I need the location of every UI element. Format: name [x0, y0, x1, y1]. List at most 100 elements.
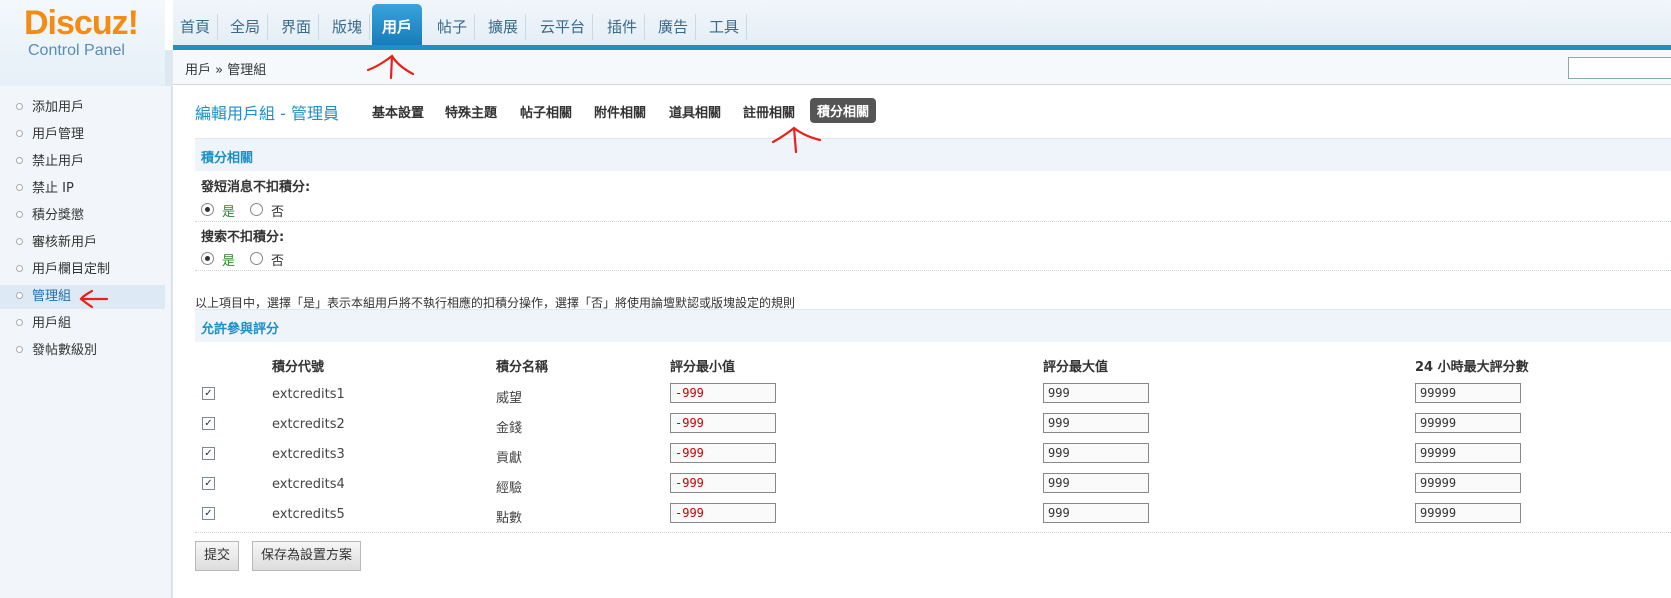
- search-no-deduct-label: 搜索不扣積分:: [201, 230, 285, 245]
- sidebar-item-label: 發帖數級別: [32, 343, 98, 358]
- table-row: ✓ extcredits1 威望 -999 999 99999: [195, 380, 1671, 410]
- sidebar-item-label: 用戶組: [32, 316, 72, 331]
- sidebar-item-label: 積分獎懲: [32, 208, 85, 223]
- logo[interactable]: Discuz! Control Panel: [0, 0, 165, 86]
- sidebar-item-ban-user[interactable]: 禁止用戶: [0, 150, 165, 174]
- nav-global[interactable]: 全局: [223, 14, 269, 40]
- credit-code: extcredits2: [272, 417, 345, 432]
- bullet-icon: [16, 319, 23, 326]
- sidebar-item-moderate-users[interactable]: 審核新用戶: [0, 231, 165, 255]
- nav-cloud[interactable]: 云平台: [533, 14, 594, 40]
- col-header-name: 積分名稱: [496, 360, 549, 375]
- enable-checkbox[interactable]: ✓: [202, 507, 215, 520]
- max24-input[interactable]: 99999: [1415, 473, 1521, 493]
- min-input[interactable]: -999: [670, 443, 776, 463]
- sidebar-item-user-groups[interactable]: 用戶組: [0, 312, 165, 336]
- save-scheme-button[interactable]: 保存為設置方案: [252, 541, 362, 571]
- credit-name: 經驗: [496, 481, 523, 496]
- col-header-max: 評分最大值: [1043, 360, 1109, 375]
- nav-tools[interactable]: 工具: [702, 14, 748, 40]
- bullet-icon: [16, 184, 23, 191]
- divider: [195, 270, 1671, 271]
- tab-basic[interactable]: 基本設置: [372, 102, 424, 121]
- tab-attachments[interactable]: 附件相關: [594, 102, 646, 121]
- radio-no-label: 否: [271, 254, 285, 269]
- max-input[interactable]: 999: [1043, 383, 1149, 403]
- sidebar-item-admin-groups[interactable]: 管理組: [0, 285, 165, 309]
- enable-checkbox[interactable]: ✓: [202, 447, 215, 460]
- sidebar-item-label: 管理組: [32, 289, 72, 304]
- page-title: 編輯用戶組 - 管理員: [195, 104, 339, 123]
- section-rating-header: 允許參與評分: [195, 309, 1671, 342]
- nav-plugins[interactable]: 插件: [600, 14, 646, 40]
- search-input[interactable]: [1568, 57, 1671, 79]
- sidebar-item-label: 禁止用戶: [32, 154, 85, 169]
- nav-ads[interactable]: 廣告: [651, 14, 697, 40]
- nav-interface[interactable]: 界面: [274, 14, 320, 40]
- table-row: ✓ extcredits3 貢獻 -999 999 99999: [195, 440, 1671, 470]
- main-content: 編輯用戶組 - 管理員 基本設置 特殊主題 帖子相關 附件相關 道具相關 註冊相…: [195, 86, 1671, 598]
- tab-posts[interactable]: 帖子相關: [520, 102, 572, 121]
- bullet-icon: [16, 238, 23, 245]
- max24-input[interactable]: 99999: [1415, 443, 1521, 463]
- bullet-icon: [16, 130, 23, 137]
- sidebar-item-post-ranks[interactable]: 發帖數級別: [0, 339, 165, 363]
- max-input[interactable]: 999: [1043, 413, 1149, 433]
- search-no-deduct-options: 是 否: [201, 249, 401, 271]
- max24-input[interactable]: 99999: [1415, 503, 1521, 523]
- credit-code: extcredits4: [272, 477, 345, 492]
- bullet-icon: [16, 157, 23, 164]
- divider: [195, 532, 1671, 533]
- credit-code: extcredits5: [272, 507, 345, 522]
- nav-extensions[interactable]: 擴展: [481, 14, 527, 40]
- bullet-icon: [16, 103, 23, 110]
- enable-checkbox[interactable]: ✓: [202, 417, 215, 430]
- max24-input[interactable]: 99999: [1415, 413, 1521, 433]
- enable-checkbox[interactable]: ✓: [202, 477, 215, 490]
- table-row: ✓ extcredits4 經驗 -999 999 99999: [195, 470, 1671, 500]
- search-no-radio[interactable]: [250, 252, 263, 265]
- sidebar-item-label: 用戶管理: [32, 127, 85, 142]
- bullet-icon: [16, 211, 23, 218]
- breadcrumb: 用戶 » 管理組: [185, 63, 267, 78]
- enable-checkbox[interactable]: ✓: [202, 387, 215, 400]
- min-input[interactable]: -999: [670, 503, 776, 523]
- sidebar-item-profile-fields[interactable]: 用戶欄目定制: [0, 258, 165, 282]
- col-header-max24: 24 小時最大評分數: [1415, 360, 1529, 375]
- credit-code: extcredits3: [272, 447, 345, 462]
- col-header-min: 評分最小值: [670, 360, 736, 375]
- section-credits-header: 積分相關: [195, 138, 1671, 171]
- search-yes-radio[interactable]: [201, 252, 214, 265]
- sidebar-item-user-manage[interactable]: 用戶管理: [0, 123, 165, 147]
- bullet-icon: [16, 346, 23, 353]
- max-input[interactable]: 999: [1043, 443, 1149, 463]
- sidebar-item-ban-ip[interactable]: 禁止 IP: [0, 177, 165, 201]
- tab-credits[interactable]: 積分相關: [810, 98, 877, 123]
- nav-forums[interactable]: 版塊: [325, 14, 371, 40]
- nav-posts[interactable]: 帖子: [430, 14, 476, 40]
- credit-name: 威望: [496, 391, 523, 406]
- pm-yes-radio[interactable]: [201, 203, 214, 216]
- section-title: 積分相關: [201, 151, 254, 166]
- credit-name: 金錢: [496, 421, 523, 436]
- tab-register[interactable]: 註冊相關: [743, 102, 795, 121]
- min-input[interactable]: -999: [670, 473, 776, 493]
- credit-code: extcredits1: [272, 387, 345, 402]
- sidebar-item-add-user[interactable]: 添加用戶: [0, 96, 165, 120]
- table-row: ✓ extcredits2 金錢 -999 999 99999: [195, 410, 1671, 440]
- nav-users[interactable]: 用戶: [372, 4, 423, 48]
- nav-home[interactable]: 首頁: [173, 14, 219, 40]
- pm-no-radio[interactable]: [250, 203, 263, 216]
- bullet-icon: [16, 292, 23, 299]
- credit-name: 點數: [496, 511, 523, 526]
- tab-special-threads[interactable]: 特殊主題: [445, 102, 497, 121]
- submit-button[interactable]: 提交: [195, 541, 240, 571]
- max-input[interactable]: 999: [1043, 473, 1149, 493]
- sidebar-item-credit-rewards[interactable]: 積分獎懲: [0, 204, 165, 228]
- max24-input[interactable]: 99999: [1415, 383, 1521, 403]
- divider: [195, 221, 1671, 222]
- tab-magic[interactable]: 道具相關: [669, 102, 721, 121]
- max-input[interactable]: 999: [1043, 503, 1149, 523]
- min-input[interactable]: -999: [670, 383, 776, 403]
- min-input[interactable]: -999: [670, 413, 776, 433]
